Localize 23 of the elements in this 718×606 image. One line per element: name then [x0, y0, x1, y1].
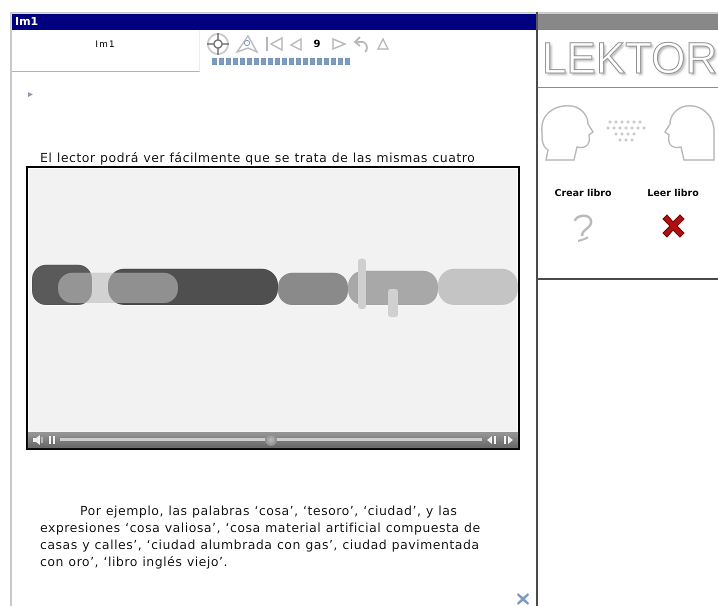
bullet-icon [28, 92, 33, 97]
triangle-icon[interactable] [377, 37, 389, 51]
arrow-icon[interactable] [235, 34, 259, 54]
paragraph: El lector podrá ver fácilmente que se trata de las mismas cuatro [40, 149, 476, 166]
action-label[interactable]: Leer libro [647, 188, 699, 199]
question-mark-icon[interactable] [572, 213, 594, 243]
page-number: 9 [312, 38, 322, 50]
logo: LEKTOR [538, 30, 718, 88]
action-label[interactable]: Crear libro [554, 188, 612, 199]
window-title: Im1 [12, 14, 536, 30]
forward-icon[interactable] [502, 435, 514, 445]
crosshair-icon[interactable] [206, 32, 230, 56]
x-mark-icon[interactable] [660, 213, 686, 239]
close-icon[interactable] [516, 592, 530, 606]
paragraph: Por ejemplo, las palabras ‘cosa’, ‘tesoro’, ‘ciudad’, y las expresiones ‘cosa valiosa’, ‘cosa material artificial compuesta de casas y calles’, ‘ciudad alumbrada con gas’, ciudad pavimentada con oro’, ‘libro inglés viejo’. [40, 502, 482, 570]
rewind-icon[interactable] [486, 435, 498, 445]
pause-icon[interactable] [48, 435, 56, 445]
slider-thumb[interactable] [265, 434, 277, 446]
first-page-icon[interactable] [264, 35, 284, 53]
page-label: Im1 [12, 30, 200, 72]
volume-icon[interactable] [32, 435, 44, 445]
previous-icon[interactable] [289, 37, 303, 51]
next-icon[interactable] [331, 37, 347, 51]
